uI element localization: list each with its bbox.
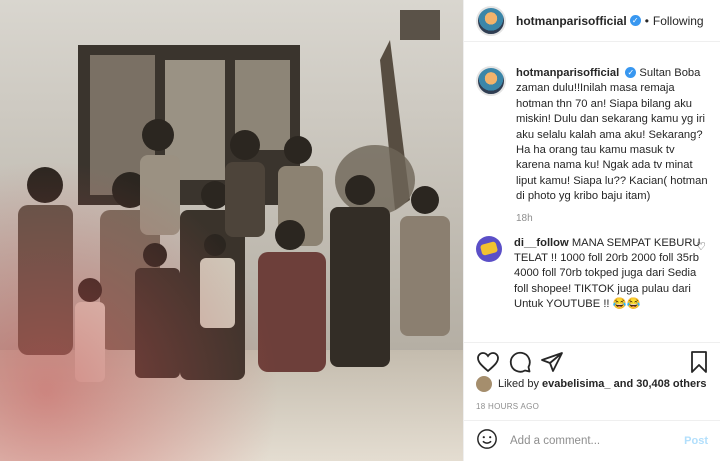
post-side-panel: hotmanparisofficial ✓ • Following hotman… (463, 0, 720, 461)
post-timestamp[interactable]: 18 HOURS AGO (476, 402, 539, 411)
add-comment-bar: Post (464, 420, 720, 461)
like-heart-icon[interactable] (476, 350, 500, 379)
verified-badge-icon: ✓ (629, 15, 641, 26)
add-comment-input[interactable] (510, 435, 680, 447)
liker-username[interactable]: evabelisima_ (542, 378, 611, 390)
post-photo[interactable] (0, 0, 463, 461)
comment-like-heart-icon[interactable]: ♡ (696, 240, 706, 253)
header-separator: • (644, 13, 649, 28)
comments-scroll-area[interactable]: hotmanparisofficial ✓ Sultan Boba zaman … (464, 42, 720, 342)
share-paper-plane-icon[interactable] (540, 350, 564, 379)
likes-prefix: Liked by (498, 378, 539, 390)
likes-summary: Liked by evabelisima_ and 30,408 others (476, 376, 707, 392)
following-button[interactable]: Following (653, 14, 704, 28)
comment-item: di__follow MANA SEMPAT KEBURU TELAT !! 1… (476, 235, 708, 313)
caption-verified-icon: ✓ (625, 67, 637, 78)
author-username[interactable]: hotmanparisofficial (516, 14, 627, 28)
caption-avatar[interactable] (476, 66, 506, 96)
post-header: hotmanparisofficial ✓ • Following (464, 0, 720, 42)
liker-avatar[interactable] (476, 376, 492, 392)
family-photo (0, 0, 463, 461)
caption-time: 18h (516, 212, 533, 224)
emoji-smiley-icon[interactable] (476, 428, 498, 455)
comment-bubble-icon[interactable] (508, 350, 532, 379)
save-bookmark-icon[interactable] (687, 350, 711, 379)
action-bar (464, 342, 720, 378)
commenter-avatar[interactable] (476, 235, 502, 262)
caption-text: Sultan Boba zaman dulu!!Inilah masa rema… (516, 67, 708, 203)
caption-text-block: hotmanparisofficial ✓ Sultan Boba zaman … (516, 66, 708, 205)
post-comment-button[interactable]: Post (684, 435, 708, 447)
commenter-username[interactable]: di__follow (514, 237, 569, 249)
comment-text-block: di__follow MANA SEMPAT KEBURU TELAT !! 1… (514, 236, 704, 313)
likes-count[interactable]: and 30,408 others (614, 378, 707, 390)
author-avatar[interactable] (476, 5, 506, 36)
caption-username[interactable]: hotmanparisofficial (516, 67, 619, 79)
caption: hotmanparisofficial ✓ Sultan Boba zaman … (476, 66, 708, 205)
